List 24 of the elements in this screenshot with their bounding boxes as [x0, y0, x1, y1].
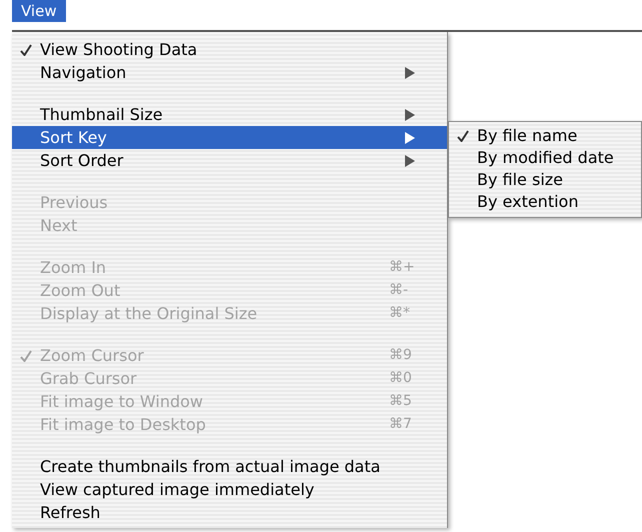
- menu-item[interactable]: Refresh: [12, 501, 447, 524]
- shortcut-label: ⌘0: [389, 369, 413, 388]
- menu-title[interactable]: View: [12, 0, 66, 22]
- shortcut-label: ⌘+: [389, 258, 416, 277]
- submenu-arrow-icon: [405, 132, 415, 144]
- menu-item[interactable]: By file name: [449, 125, 641, 147]
- shortcut-label: ⌘5: [389, 392, 413, 411]
- menu-item[interactable]: By file size: [449, 169, 641, 191]
- shortcut-label: ⌘7: [389, 415, 413, 434]
- menu-item[interactable]: By extention: [449, 191, 641, 213]
- menu-item[interactable]: Sort Key: [12, 126, 447, 149]
- submenu-arrow-icon: [405, 154, 415, 166]
- menu-item[interactable]: View captured image immediately: [12, 478, 447, 501]
- submenu-arrow-icon: [405, 108, 415, 120]
- menu-item[interactable]: View Shooting Data: [12, 38, 447, 61]
- menu-item[interactable]: Navigation: [12, 61, 447, 84]
- shortcut-label: ⌘-: [389, 281, 410, 300]
- menu-item[interactable]: By modified date: [449, 147, 641, 169]
- menu-item[interactable]: Thumbnail Size: [12, 103, 447, 126]
- shortcut-label: ⌘9: [389, 346, 413, 365]
- submenu-arrow-icon: [405, 66, 415, 78]
- shortcut-label: ⌘*: [389, 304, 411, 323]
- menu-item[interactable]: Sort Order: [12, 149, 447, 172]
- menu-item[interactable]: Create thumbnails from actual image data: [12, 455, 447, 478]
